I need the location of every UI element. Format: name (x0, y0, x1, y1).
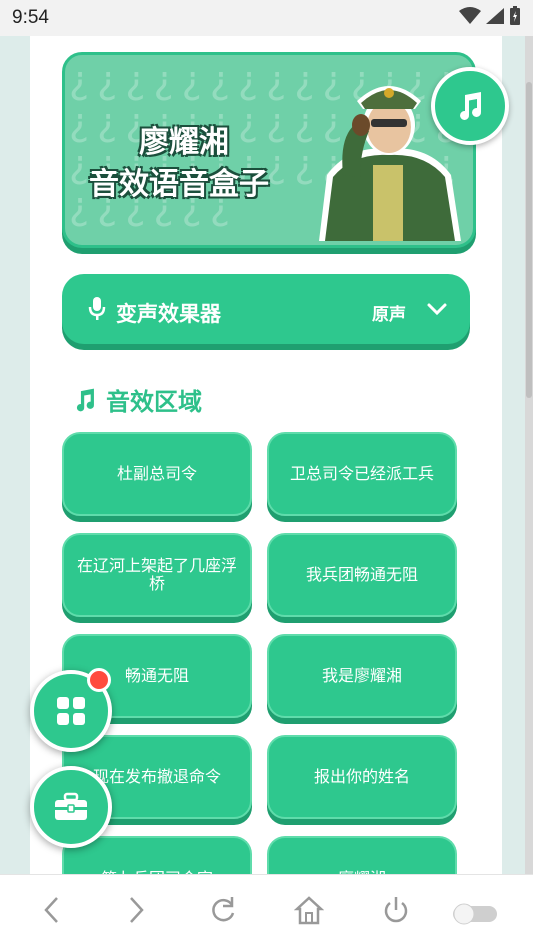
power-icon[interactable] (381, 893, 411, 927)
banner-title-line1: 廖耀湘 (139, 125, 229, 160)
sound-button[interactable]: 杜副总司令 (62, 432, 252, 516)
status-time: 9:54 (12, 7, 49, 28)
signal-icon (486, 8, 504, 24)
music-note-icon (460, 92, 482, 120)
banner: ¿¿¿¿¿¿¿¿¿¿¿¿¿¿¿¿¿¿¿¿¿¿¿¿¿¿¿¿¿¿¿¿¿¿¿¿¿¿¿¿… (62, 52, 476, 248)
section-header: 音效区域 (72, 382, 202, 417)
toolbox-icon (55, 792, 87, 820)
notification-badge (87, 668, 111, 692)
banner-title-line2: 音效语音盒子 (89, 167, 269, 202)
section-title: 音效区域 (106, 388, 202, 416)
battery-icon (510, 6, 520, 25)
voice-changer-value: 原声 (372, 305, 406, 325)
voice-changer-selector[interactable]: 变声效果器 原声 (62, 274, 470, 344)
grid-icon (57, 697, 85, 725)
voice-changer-label: 变声效果器 (116, 302, 221, 326)
toolbox-button[interactable] (30, 766, 112, 848)
music-note-icon (76, 388, 94, 411)
chevron-down-icon (427, 303, 447, 316)
sound-button[interactable]: 我是廖耀湘 (267, 634, 457, 718)
music-button[interactable] (431, 67, 509, 145)
sound-button[interactable]: 我兵团畅通无阻 (267, 533, 457, 617)
browser-navbar (0, 874, 533, 949)
sound-button[interactable]: 廖耀湘 (267, 836, 457, 874)
forward-icon[interactable] (124, 893, 148, 927)
refresh-icon[interactable] (208, 893, 238, 927)
mic-icon (88, 297, 106, 320)
wifi-icon (459, 7, 481, 24)
status-bar: 9:54 (0, 0, 533, 36)
status-icons (459, 6, 521, 26)
back-icon[interactable] (40, 893, 64, 927)
home-icon[interactable] (294, 893, 324, 927)
scrollbar-thumb[interactable] (526, 82, 532, 398)
sound-button[interactable]: 报出你的姓名 (267, 735, 457, 819)
sound-button[interactable]: 在辽河上架起了几座浮桥 (62, 533, 252, 617)
scrollbar[interactable] (525, 36, 533, 874)
sound-button[interactable]: 卫总司令已经派工兵 (267, 432, 457, 516)
toggle-icon[interactable] (452, 903, 498, 925)
